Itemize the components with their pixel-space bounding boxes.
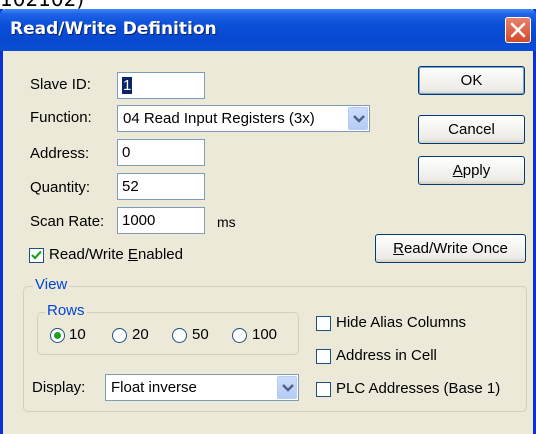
rw-enabled-checkbox[interactable] [29, 248, 44, 263]
rw-enabled-label-pre: Read/Write [49, 246, 128, 263]
window-title: Read/Write Definition [10, 19, 217, 39]
page-fragment-text: 102102) [0, 0, 220, 9]
rw-once-label-rest: ead/Write Once [403, 240, 508, 257]
plc-addresses-checkbox[interactable] [316, 382, 331, 397]
rw-enabled-label[interactable]: Read/Write Enabled [49, 246, 183, 263]
ok-button[interactable]: OK [418, 66, 525, 95]
cancel-button[interactable]: Cancel [418, 115, 525, 144]
view-group-title: View [33, 276, 70, 293]
address-in-cell-checkbox[interactable] [316, 349, 331, 364]
scan-rate-label: Scan Rate: [30, 213, 105, 230]
display-label: Display: [32, 379, 86, 396]
display-dropdown-button[interactable] [277, 376, 297, 399]
rows-group-title: Rows [45, 302, 87, 319]
hide-alias-label[interactable]: Hide Alias Columns [336, 314, 466, 331]
function-value: 04 Read Input Registers (3x) [123, 110, 315, 127]
apply-label-rest: pply [462, 162, 491, 179]
display-select[interactable]: Float inverse [105, 374, 299, 401]
function-select[interactable]: 04 Read Input Registers (3x) [117, 105, 370, 132]
rows-option-20: 20 [132, 326, 149, 343]
rows-radio-20[interactable] [112, 328, 127, 343]
rw-once-accel: R [393, 240, 404, 257]
scan-rate-value: 1000 [122, 212, 156, 229]
scan-rate-input[interactable]: 1000 [117, 207, 205, 234]
plc-addresses-label[interactable]: PLC Addresses (Base 1) [336, 380, 500, 397]
slave-id-label: Slave ID: [30, 76, 91, 93]
rw-enabled-label-post: nabled [137, 246, 183, 263]
address-input[interactable]: 0 [117, 139, 205, 166]
slave-id-input[interactable]: 1 [117, 72, 205, 99]
read-write-once-button[interactable]: Read/Write Once [375, 234, 526, 263]
function-label: Function: [30, 109, 92, 126]
quantity-input[interactable]: 52 [117, 173, 205, 200]
address-label: Address: [30, 145, 90, 162]
hide-alias-checkbox[interactable] [316, 316, 331, 331]
chevron-down-icon [282, 384, 294, 392]
rows-option-10: 10 [69, 326, 86, 343]
display-value: Float inverse [111, 379, 197, 396]
rows-radio-50[interactable] [172, 328, 187, 343]
title-bar[interactable]: Read/Write Definition [0, 9, 536, 51]
apply-button[interactable]: Apply [418, 156, 525, 185]
checkmark-icon [31, 250, 42, 260]
slave-id-value: 1 [122, 77, 133, 94]
address-in-cell-label[interactable]: Address in Cell [336, 347, 437, 364]
scan-rate-unit: ms [217, 214, 236, 230]
close-icon [510, 22, 526, 38]
rows-option-50: 50 [192, 326, 209, 343]
rw-enabled-label-accel: E [127, 246, 138, 263]
quantity-label: Quantity: [30, 179, 91, 196]
dialog-window: Read/Write Definition Slave ID: 1 Functi… [0, 9, 536, 434]
apply-accel: A [452, 162, 463, 179]
function-dropdown-button[interactable] [348, 107, 368, 130]
rows-radio-100[interactable] [232, 328, 247, 343]
chevron-down-icon [353, 115, 365, 123]
rows-radio-10[interactable] [50, 328, 65, 343]
rows-option-100: 100 [252, 326, 278, 343]
quantity-value: 52 [122, 178, 139, 195]
close-button[interactable] [505, 17, 531, 43]
address-value: 0 [122, 144, 131, 161]
